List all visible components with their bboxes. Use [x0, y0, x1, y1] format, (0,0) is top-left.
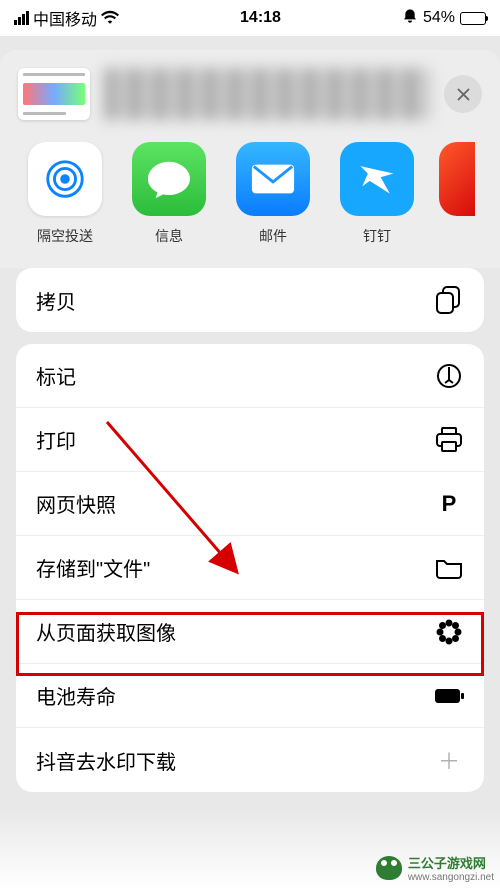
- action-label: 抖音去水印下载: [36, 746, 176, 775]
- status-right: 54%: [402, 8, 486, 29]
- action-douyin-download[interactable]: 抖音去水印下载 ＋: [16, 728, 484, 792]
- actions-group-2: 标记 打印 网页快照 P 存储到"文件" 从页面获取图像 电池寿命 抖音去水印下…: [16, 344, 484, 792]
- share-app-messages[interactable]: 信息: [132, 142, 206, 246]
- share-sheet-header: [0, 50, 500, 142]
- watermark-url: www.sangongzi.net: [408, 872, 494, 883]
- pocket-icon: P: [434, 491, 464, 517]
- plus-icon: ＋: [434, 744, 464, 776]
- carrier: 中国移动: [33, 6, 97, 30]
- share-app-mail[interactable]: 邮件: [236, 142, 310, 246]
- watermark-brand: 三公子游戏网: [408, 853, 494, 872]
- document-thumbnail[interactable]: [18, 68, 90, 120]
- status-bar: 中国移动 14:18 54%: [0, 0, 500, 36]
- battery-icon: [434, 688, 464, 704]
- battery-pct: 54%: [423, 9, 455, 27]
- close-icon: [456, 87, 471, 102]
- action-label: 打印: [36, 425, 76, 454]
- share-app-label: 钉钉: [363, 226, 391, 246]
- document-title-blurred: [104, 68, 430, 120]
- action-label: 电池寿命: [36, 681, 116, 710]
- folder-icon: [434, 557, 464, 579]
- clock: 14:18: [240, 9, 281, 27]
- share-app-label: 信息: [155, 226, 183, 246]
- copy-icon: [434, 286, 464, 314]
- action-label: 网页快照: [36, 489, 116, 518]
- dingtalk-icon: [340, 142, 414, 216]
- share-app-label: 邮件: [259, 226, 287, 246]
- action-web-snapshot[interactable]: 网页快照 P: [16, 472, 484, 536]
- close-button[interactable]: [444, 75, 482, 113]
- action-markup[interactable]: 标记: [16, 344, 484, 408]
- status-left: 中国移动: [14, 6, 119, 30]
- action-label: 从页面获取图像: [36, 617, 176, 646]
- action-copy[interactable]: 拷贝: [16, 268, 484, 332]
- wifi-icon: [101, 10, 119, 27]
- action-label: 存储到"文件": [36, 553, 150, 582]
- battery-icon: [460, 12, 486, 25]
- action-get-images[interactable]: 从页面获取图像: [16, 600, 484, 664]
- action-print[interactable]: 打印: [16, 408, 484, 472]
- action-label: 拷贝: [36, 286, 76, 315]
- share-app-more[interactable]: [444, 142, 470, 246]
- watermark-logo: [376, 856, 402, 880]
- messages-icon: [132, 142, 206, 216]
- more-app-icon: [439, 142, 475, 216]
- actions-group-1: 拷贝: [16, 268, 484, 332]
- print-icon: [434, 427, 464, 453]
- action-battery-life[interactable]: 电池寿命: [16, 664, 484, 728]
- share-app-dingtalk[interactable]: 钉钉: [340, 142, 414, 246]
- share-app-airdrop[interactable]: 隔空投送: [28, 142, 102, 246]
- action-save-to-files[interactable]: 存储到"文件": [16, 536, 484, 600]
- mail-icon: [236, 142, 310, 216]
- share-apps-row[interactable]: 隔空投送 信息 邮件 钉钉: [0, 142, 500, 268]
- action-label: 标记: [36, 361, 76, 390]
- alarm-icon: [402, 8, 418, 29]
- flower-icon: [434, 619, 464, 645]
- share-app-label: 隔空投送: [37, 226, 93, 246]
- watermark: 三公子游戏网 www.sangongzi.net: [376, 853, 494, 883]
- airdrop-icon: [28, 142, 102, 216]
- signal-icon: [14, 11, 29, 25]
- markup-icon: [434, 363, 464, 389]
